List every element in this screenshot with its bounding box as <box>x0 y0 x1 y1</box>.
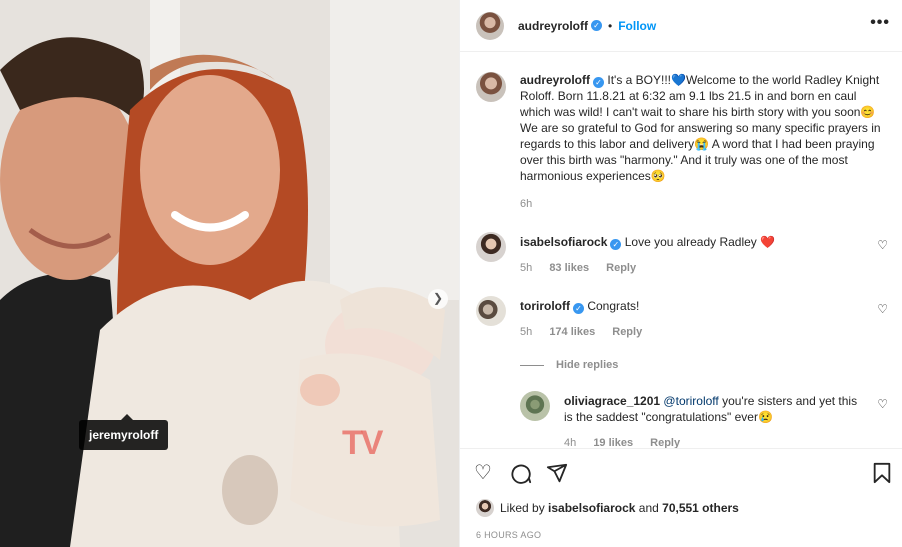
caption-body: audreyroloff ✓ It's a BOY!!!💙Welcome to t… <box>520 72 888 184</box>
likes-summary: Liked by isabelsofiarock and 70,551 othe… <box>476 499 739 517</box>
caption-time: 6h <box>520 198 533 210</box>
comment-icon[interactable] <box>510 462 532 489</box>
likes-middle: and <box>638 501 659 515</box>
watermark-logo: TV <box>342 424 383 462</box>
heart-icon[interactable]: ♡ <box>877 397 888 411</box>
likes-prefix: Liked by <box>500 501 545 515</box>
reply-button[interactable]: Reply <box>650 437 680 448</box>
comment-likes[interactable]: 83 likes <box>549 262 589 274</box>
avatar[interactable] <box>476 499 494 517</box>
comment-time: 5h <box>520 262 533 274</box>
avatar[interactable] <box>476 232 506 262</box>
list-item: isabelsofiarock ✓ Love you already Radley… <box>476 232 888 282</box>
avatar[interactable] <box>476 11 504 40</box>
more-horizontal-icon[interactable]: ••• <box>870 14 890 32</box>
avatar[interactable] <box>476 296 506 326</box>
hide-replies-button[interactable]: Hide replies <box>520 359 618 371</box>
header-username[interactable]: audreyroloff <box>518 19 588 33</box>
comment-likes[interactable]: 174 likes <box>549 326 595 338</box>
heart-icon[interactable]: ♡ <box>877 302 888 316</box>
verified-badge-icon: ✓ <box>573 303 584 314</box>
reply-username[interactable]: oliviagrace_1201 <box>564 394 660 408</box>
post-photo[interactable]: jeremyroloff ❯ TV <box>0 0 459 547</box>
instagram-post: jeremyroloff ❯ TV audreyroloff ✓ • Follo… <box>0 0 902 547</box>
verified-badge-icon: ✓ <box>591 20 603 31</box>
likes-user[interactable]: isabelsofiarock <box>548 501 635 515</box>
send-icon[interactable] <box>546 462 568 489</box>
comment-username[interactable]: isabelsofiarock <box>520 235 607 249</box>
user-tag[interactable]: jeremyroloff <box>79 414 169 450</box>
reply-button[interactable]: Reply <box>612 326 642 338</box>
reply-item: oliviagrace_1201 @toriroloff you're sist… <box>520 391 888 448</box>
likes-others[interactable]: 70,551 others <box>662 501 739 515</box>
comments-list[interactable]: audreyroloff ✓ It's a BOY!!!💙Welcome to t… <box>460 53 902 448</box>
post-side-panel: audreyroloff ✓ • Follow ••• audreyroloff… <box>459 0 902 547</box>
caption-meta: 6h <box>520 198 546 210</box>
post-timestamp: 6 HOURS AGO <box>476 530 542 540</box>
comment-username[interactable]: toriroloff <box>520 299 570 313</box>
caption: audreyroloff ✓ It's a BOY!!!💙Welcome to t… <box>476 72 888 222</box>
comment-meta: 5h 83 likes Reply <box>520 262 636 274</box>
comment-body: isabelsofiarock ✓ Love you already Radley… <box>520 234 864 250</box>
separator-dot: • <box>608 18 613 33</box>
heart-emoji: ❤️ <box>760 235 776 249</box>
comment-time: 5h <box>520 326 533 338</box>
reply-button[interactable]: Reply <box>606 262 636 274</box>
verified-badge-icon: ✓ <box>610 239 622 250</box>
comment-body: toriroloff ✓ Congrats! <box>520 298 864 314</box>
chevron-right-icon[interactable]: ❯ <box>428 289 448 309</box>
caption-username[interactable]: audreyroloff <box>520 73 590 87</box>
comment-text: Congrats! <box>587 299 640 313</box>
follow-button[interactable]: Follow <box>618 19 656 33</box>
list-item: toriroloff ✓ Congrats! 5h 174 likes Reply… <box>476 296 888 346</box>
reply-body: oliviagrace_1201 @toriroloff you're sist… <box>564 393 864 425</box>
mention-link[interactable]: @toriroloff <box>663 394 718 408</box>
heart-icon[interactable]: ♡ <box>474 462 492 484</box>
bookmark-icon[interactable] <box>872 462 892 489</box>
heart-icon[interactable]: ♡ <box>877 238 888 252</box>
reply-time: 4h <box>564 437 577 448</box>
reply-meta: 4h 19 likes Reply <box>564 437 680 448</box>
verified-badge-icon: ✓ <box>593 77 605 88</box>
action-bar: ♡ <box>460 448 902 498</box>
comment-meta: 5h 174 likes Reply <box>520 326 642 338</box>
post-header: audreyroloff ✓ • Follow ••• <box>460 0 902 52</box>
avatar[interactable] <box>520 391 550 421</box>
reply-likes[interactable]: 19 likes <box>593 437 633 448</box>
caption-text: It's a BOY!!!💙Welcome to the world Radle… <box>520 73 881 183</box>
avatar[interactable] <box>476 72 506 102</box>
comment-text: Love you already Radley <box>624 235 757 249</box>
